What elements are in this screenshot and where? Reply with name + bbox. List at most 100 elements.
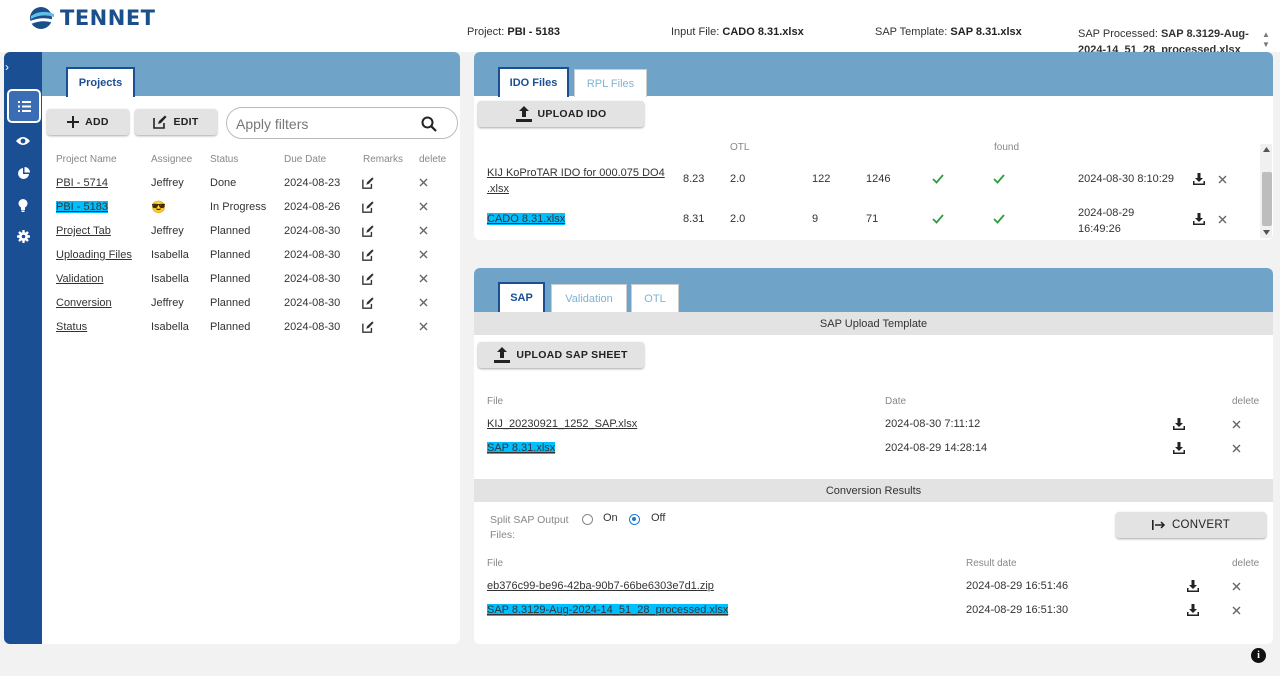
tab-ido-files[interactable]: IDO Files <box>498 67 569 97</box>
convert-button[interactable]: CONVERT <box>1116 512 1266 538</box>
ido-file-link[interactable]: CADO 8.31.xlsx <box>487 213 566 225</box>
sidebar-item-view[interactable] <box>4 127 42 155</box>
download-icon[interactable] <box>1187 580 1199 592</box>
sidebar: › <box>4 52 42 644</box>
col-due-date[interactable]: Due Date <box>284 154 326 165</box>
close-icon[interactable] <box>1232 444 1241 453</box>
sidebar-item-list[interactable] <box>7 89 41 123</box>
project-assignee: Jeffrey <box>151 225 184 237</box>
download-icon[interactable] <box>1173 418 1185 430</box>
filter-input[interactable] <box>236 114 416 134</box>
sap-file-date: 2024-08-29 14:28:14 <box>885 442 988 454</box>
project-name-link[interactable]: Validation <box>56 273 104 285</box>
download-icon[interactable] <box>1193 213 1205 225</box>
col-date[interactable]: Date <box>885 396 906 407</box>
sap-file-highlight: SAP 8.31.xlsx <box>487 442 556 454</box>
project-due-date: 2024-08-23 <box>284 177 341 189</box>
project-status: Planned <box>210 321 251 333</box>
col-delete[interactable]: delete <box>419 154 446 165</box>
ido-date-day: 2024-08-29 <box>1078 207 1135 219</box>
tab-sap[interactable]: SAP <box>498 282 545 312</box>
col-status[interactable]: Status <box>210 154 238 165</box>
edit-remarks-icon[interactable] <box>362 249 374 261</box>
close-icon[interactable] <box>1218 175 1227 184</box>
col-file[interactable]: File <box>487 396 503 407</box>
edit-remarks-icon[interactable] <box>362 273 374 285</box>
sap-template-bar: SAP Upload Template <box>474 312 1273 335</box>
ido-file-link[interactable]: KIJ KoProTAR IDO for 000.075 DO4 .xlsx <box>487 165 665 197</box>
header-scroll-arrows[interactable]: ▲ ▼ <box>1262 30 1270 50</box>
download-icon[interactable] <box>1193 173 1205 185</box>
col-project-name[interactable]: Project Name <box>56 154 117 165</box>
split-on-label[interactable]: On <box>603 512 618 524</box>
col-assignee[interactable]: Assignee <box>151 154 192 165</box>
tennet-logo[interactable]: TENNET <box>24 6 156 30</box>
close-icon[interactable] <box>1218 215 1227 224</box>
project-name-link[interactable]: PBI - 5714 <box>56 177 108 189</box>
close-icon[interactable] <box>419 274 428 283</box>
download-icon[interactable] <box>1187 604 1199 616</box>
edit-remarks-icon[interactable] <box>362 177 374 189</box>
ido-file-name: KIJ KoProTAR IDO for 000.075 DO4 <box>487 167 665 179</box>
col-found[interactable]: found <box>994 142 1019 153</box>
search-icon[interactable] <box>421 116 437 132</box>
col-remarks[interactable]: Remarks <box>363 154 403 165</box>
close-icon[interactable] <box>419 178 428 187</box>
close-icon[interactable] <box>1232 582 1241 591</box>
tab-otl[interactable]: OTL <box>631 284 679 312</box>
project-name-link[interactable]: Conversion <box>56 297 112 309</box>
col-delete[interactable]: delete <box>1232 396 1259 407</box>
project-name-link[interactable]: Status <box>56 321 87 333</box>
edit-project-button[interactable]: EDIT <box>135 109 217 135</box>
project-assignee: Isabella <box>151 321 189 333</box>
sidebar-item-ideas[interactable] <box>4 191 42 219</box>
project-name-link[interactable]: Project Tab <box>56 225 111 237</box>
split-on-radio[interactable] <box>582 514 593 525</box>
close-icon[interactable] <box>419 226 428 235</box>
info-icon[interactable]: i <box>1251 648 1266 663</box>
edit-remarks-icon[interactable] <box>362 201 374 213</box>
project-assignee: Isabella <box>151 249 189 261</box>
ido-file-ext: .xlsx <box>487 183 509 195</box>
sidebar-item-chart[interactable] <box>4 159 42 187</box>
close-icon[interactable] <box>419 322 428 331</box>
edit-remarks-icon[interactable] <box>362 321 374 333</box>
add-project-button[interactable]: ADD <box>47 109 129 135</box>
close-icon[interactable] <box>1232 606 1241 615</box>
edit-remarks-icon[interactable] <box>362 297 374 309</box>
sidebar-item-settings[interactable] <box>4 222 42 250</box>
split-off-label[interactable]: Off <box>651 512 665 524</box>
project-assignee: Jeffrey <box>151 297 184 309</box>
close-icon[interactable] <box>419 250 428 259</box>
result-file-link[interactable]: eb376c99-be96-42ba-90b7-66be6303e7d1.zip <box>487 580 714 592</box>
ido-scrollbar-thumb[interactable] <box>1262 172 1272 226</box>
edit-remarks-icon[interactable] <box>362 225 374 237</box>
sap-template-value: SAP 8.31.xlsx <box>950 26 1022 38</box>
result-date: 2024-08-29 16:51:30 <box>966 604 1069 616</box>
project-name-link[interactable]: PBI - 5183 <box>56 201 108 213</box>
col-result-file[interactable]: File <box>487 558 503 569</box>
download-icon[interactable] <box>1173 442 1185 454</box>
upload-sap-sheet-button[interactable]: UPLOAD SAP SHEET <box>478 342 644 368</box>
result-file-link[interactable]: SAP 8.3129-Aug-2024-14_51_28_processed.x… <box>487 604 729 616</box>
col-otl[interactable]: OTL <box>730 142 749 153</box>
close-icon[interactable] <box>1232 420 1241 429</box>
ido-version: 8.23 <box>683 173 705 185</box>
col-result-date[interactable]: Result date <box>966 558 1017 569</box>
sap-file-link[interactable]: SAP 8.31.xlsx <box>487 442 556 454</box>
tab-validation[interactable]: Validation <box>551 284 627 312</box>
project-name-link[interactable]: Uploading Files <box>56 249 132 261</box>
sidebar-toggle[interactable]: › <box>4 56 42 78</box>
col-result-delete[interactable]: delete <box>1232 558 1259 569</box>
split-off-radio[interactable] <box>629 514 640 525</box>
tab-projects[interactable]: Projects <box>66 67 135 97</box>
close-icon[interactable] <box>419 202 428 211</box>
tab-otl-label: OTL <box>644 292 666 305</box>
scroll-down-icon[interactable] <box>1263 230 1270 235</box>
scroll-up-icon[interactable] <box>1263 147 1270 152</box>
ido-count: 71 <box>866 213 879 225</box>
tab-rpl-files[interactable]: RPL Files <box>574 69 647 97</box>
close-icon[interactable] <box>419 298 428 307</box>
sap-file-link[interactable]: KIJ_20230921_1252_SAP.xlsx <box>487 418 637 430</box>
upload-ido-button[interactable]: UPLOAD IDO <box>478 101 644 127</box>
